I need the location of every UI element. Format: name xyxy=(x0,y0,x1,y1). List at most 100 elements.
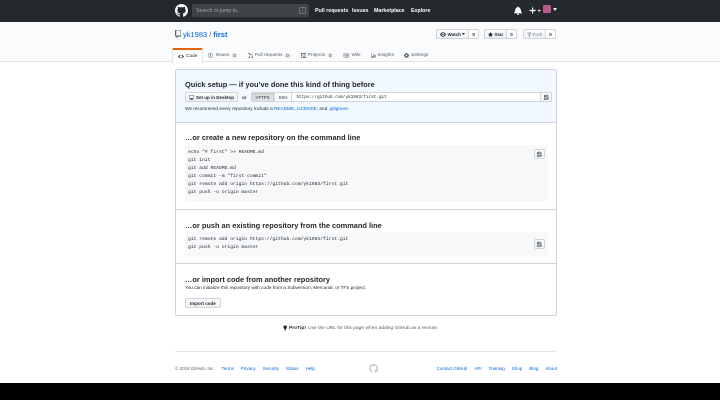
tab-wiki-label: Wiki xyxy=(351,52,361,58)
star-button[interactable]: Star xyxy=(484,29,508,39)
code-line: git add README.md xyxy=(188,166,236,171)
setup-in-desktop-label: Set up in Desktop xyxy=(196,94,235,100)
tab-insights[interactable]: Insights xyxy=(366,48,400,62)
tab-issues[interactable]: Issues 0 xyxy=(203,48,242,62)
and-label: and xyxy=(319,106,328,111)
repo-tabs: Code Issues 0 Pull requests 0 Projects 0… xyxy=(172,48,433,63)
code-line: git remote add origin https://github.com… xyxy=(188,182,349,187)
push-existing-code: git remote add origin https://github.com… xyxy=(185,232,548,256)
code-line: git push -u origin master xyxy=(188,245,259,250)
recommend-prefix: We recommend every repository include a xyxy=(185,106,273,111)
protip-text: Use the URL for this page when adding Gi… xyxy=(308,325,439,331)
readme-link[interactable]: README xyxy=(274,106,294,111)
nav-issues[interactable]: Issues xyxy=(352,0,369,22)
nav-marketplace[interactable]: Marketplace xyxy=(374,0,405,22)
plus-dropdown-icon[interactable] xyxy=(529,6,541,15)
push-existing-section: …or push an existing repository from the… xyxy=(176,210,556,264)
code-line: git commit -m "first commit" xyxy=(188,174,267,179)
new-repo-section: …or create a new repository on the comma… xyxy=(176,123,556,210)
fork-label: Fork xyxy=(532,31,543,37)
tab-code-label: Code xyxy=(186,54,198,59)
import-description: You can initialize this repository with … xyxy=(185,285,367,290)
code-line: echo "# first" >> README.md xyxy=(188,150,264,155)
repo-owner-link[interactable]: yk1983 xyxy=(183,30,207,39)
avatar[interactable] xyxy=(543,5,551,13)
search-box[interactable]: / xyxy=(192,4,309,17)
github-logo-icon[interactable] xyxy=(175,4,188,17)
footer-link-api[interactable]: API xyxy=(474,366,481,371)
footer-link-about[interactable]: About xyxy=(545,366,557,371)
clone-url-input[interactable] xyxy=(292,92,542,102)
clipboard-icon xyxy=(543,94,549,100)
tab-insights-label: Insights xyxy=(377,52,395,58)
clipboard-icon xyxy=(537,151,542,157)
issue-opened-icon xyxy=(208,52,214,58)
footer-link-security[interactable]: Security xyxy=(263,366,279,371)
tab-pull-requests-counter: 0 xyxy=(284,52,291,58)
star-count[interactable]: 0 xyxy=(507,29,517,39)
footer-link-blog[interactable]: Blog xyxy=(529,366,538,371)
code-line: git init xyxy=(188,158,211,163)
repo-header: yk1983/first Watch 0 Star 0 Fork 0 Code … xyxy=(0,22,720,63)
setup-box: Quick setup — if you’ve done this kind o… xyxy=(175,69,557,316)
repo-name-link[interactable]: first xyxy=(213,30,227,39)
github-mark-icon[interactable] xyxy=(369,364,378,373)
code-icon xyxy=(178,54,184,59)
new-repo-code: echo "# first" >> README.md git init git… xyxy=(185,145,548,201)
repo-title-separator: / xyxy=(209,30,212,39)
new-repo-title: …or create a new repository on the comma… xyxy=(185,133,361,142)
watch-button[interactable]: Watch xyxy=(436,29,470,39)
avatar-chevron-down-icon[interactable] xyxy=(553,8,557,11)
copy-new-repo-button[interactable] xyxy=(534,149,545,159)
tab-projects[interactable]: Projects 0 xyxy=(296,48,339,62)
nav-explore[interactable]: Explore xyxy=(411,0,430,22)
footer-link-terms[interactable]: Terms xyxy=(222,366,234,371)
git-pull-request-icon xyxy=(248,52,253,58)
footer-link-contact[interactable]: Contact GitHub xyxy=(437,366,468,371)
footer-left: © 2018 GitHub, Inc. Terms Privacy Securi… xyxy=(175,366,315,371)
import-code-button[interactable]: Import code xyxy=(185,298,221,308)
footer-link-shop[interactable]: Shop xyxy=(512,366,523,371)
light-bulb-icon xyxy=(283,325,287,331)
ssh-toggle[interactable]: SSH xyxy=(274,92,293,102)
protip: ProTip! Use the URL for this page when a… xyxy=(283,325,438,331)
tab-pull-requests-label: Pull requests xyxy=(254,52,283,58)
footer-link-help[interactable]: Help xyxy=(306,366,315,371)
footer-link-training[interactable]: Training xyxy=(489,366,505,371)
code-line: git push -u origin master xyxy=(188,190,259,195)
footer-copyright: © 2018 GitHub, Inc. xyxy=(175,366,215,371)
footer-link-privacy[interactable]: Privacy xyxy=(241,366,256,371)
tab-code[interactable]: Code xyxy=(172,48,204,63)
watch-count[interactable]: 0 xyxy=(469,29,479,39)
tab-pull-requests[interactable]: Pull requests 0 xyxy=(243,48,296,62)
fork-button[interactable]: Fork xyxy=(523,29,547,39)
footer-link-status[interactable]: Status xyxy=(286,366,299,371)
copy-url-button[interactable] xyxy=(541,92,553,102)
copy-push-existing-button[interactable] xyxy=(534,239,545,249)
tab-wiki[interactable]: Wiki xyxy=(338,48,365,62)
watch-chevron-down-icon xyxy=(462,33,466,35)
setup-in-desktop-button[interactable]: Set up in Desktop xyxy=(185,92,239,102)
watch-group: Watch 0 xyxy=(436,29,479,39)
quick-setup-section: Quick setup — if you’ve done this kind o… xyxy=(176,70,556,123)
graph-icon xyxy=(370,52,376,58)
global-header: / Pull requests Issues Marketplace Explo… xyxy=(0,0,720,22)
tab-projects-counter: 0 xyxy=(327,52,334,58)
watch-label: Watch xyxy=(447,31,461,37)
nav-pull-requests[interactable]: Pull requests xyxy=(315,0,348,22)
bell-icon[interactable] xyxy=(514,6,522,15)
star-group: Star 0 xyxy=(484,29,517,39)
or-label: or xyxy=(242,94,247,100)
fork-count[interactable]: 0 xyxy=(546,29,556,39)
search-input[interactable] xyxy=(196,4,292,17)
gitignore-link[interactable]: .gitignore xyxy=(329,106,348,111)
tab-issues-counter: 0 xyxy=(231,52,238,58)
import-title: …or import code from another repository xyxy=(185,275,330,284)
tab-projects-label: Projects xyxy=(307,52,326,58)
tab-settings[interactable]: Settings xyxy=(399,48,433,62)
footer-right: Contact GitHub API Training Shop Blog Ab… xyxy=(437,366,557,371)
https-toggle[interactable]: HTTPS xyxy=(250,92,275,102)
license-link[interactable]: LICENSE xyxy=(297,106,317,111)
gear-icon xyxy=(404,52,410,58)
repo-icon xyxy=(175,30,181,38)
